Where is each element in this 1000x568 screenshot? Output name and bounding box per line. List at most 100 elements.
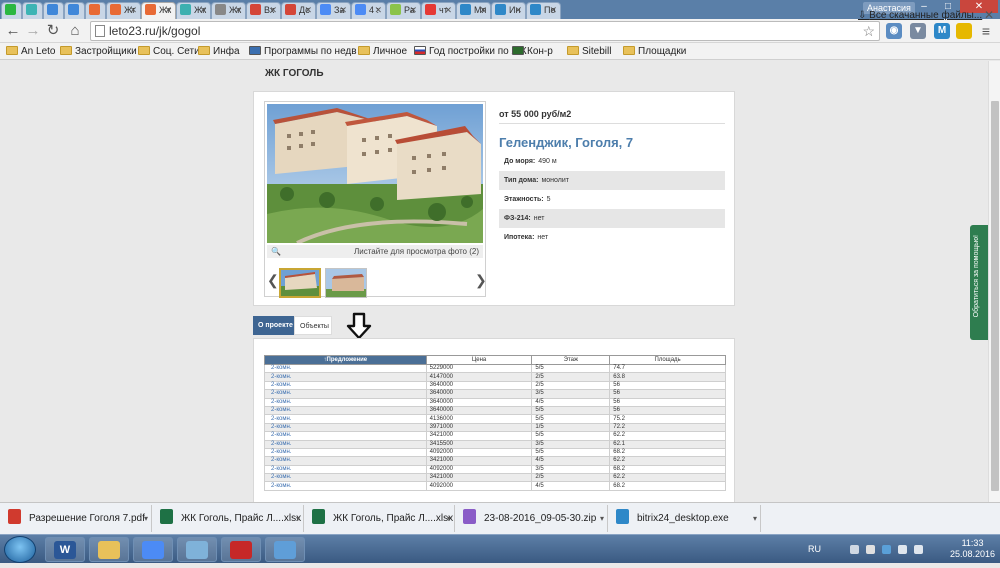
url-input[interactable] (109, 23, 849, 39)
notes-icon[interactable] (177, 537, 217, 562)
offer-link[interactable]: 2-комн. (264, 405, 427, 416)
bookmark-item[interactable]: Площадки (623, 45, 686, 58)
tab-close-icon[interactable]: ✕ (199, 3, 207, 18)
tab-close-icon[interactable]: ✕ (409, 3, 417, 18)
bookmark-item[interactable]: An Leto (6, 45, 55, 58)
browser-tab[interactable]: чт ✕ (421, 2, 456, 19)
browser-tab[interactable]: Жк ✕ (211, 2, 246, 19)
tray-volume-icon[interactable] (914, 545, 923, 554)
browser-tab[interactable] (1, 2, 22, 19)
bookmark-item[interactable]: Кон-р (512, 45, 553, 58)
acrobat-icon[interactable] (221, 537, 261, 562)
download-item[interactable]: ЖК Гоголь, Прайс Л....xlsx ▾ (152, 505, 304, 532)
offer-link[interactable]: 2-комн. (264, 372, 427, 382)
bookmark-item[interactable]: Год постройки по ЖК (414, 45, 527, 58)
offer-link[interactable]: 2-комн. (264, 464, 427, 475)
tab-close-icon[interactable]: ✕ (339, 3, 347, 18)
home-button[interactable]: ⌂ (66, 22, 84, 40)
scrollbar-thumb[interactable] (991, 101, 999, 491)
start-button[interactable] (4, 536, 36, 563)
browser-tab[interactable]: Мя ✕ (456, 2, 491, 19)
bookmark-item[interactable]: Sitebill (567, 45, 611, 58)
tab-close-icon[interactable]: ✕ (549, 3, 557, 18)
column-price[interactable]: Цена (425, 355, 533, 365)
bookmark-item[interactable]: Инфа (198, 45, 240, 58)
prev-photo-chevron-icon[interactable]: ❮ (267, 272, 279, 289)
photo-thumbnail[interactable] (325, 268, 367, 298)
chrome-icon[interactable] (133, 537, 173, 562)
offer-link[interactable]: 2-комн. (264, 422, 427, 433)
download-item[interactable]: 23-08-2016_09-05-30.zip ▾ (455, 505, 608, 532)
browser-tab[interactable]: За ✕ (316, 2, 351, 19)
tab-close-icon[interactable]: ✕ (479, 3, 487, 18)
forward-button[interactable]: → (24, 22, 42, 40)
paint-icon[interactable] (265, 537, 305, 562)
browser-tab[interactable] (22, 2, 43, 19)
offer-link[interactable]: 2-комн. (264, 473, 427, 483)
browser-tab[interactable] (64, 2, 85, 19)
zoom-icon[interactable]: 🔍 (271, 245, 281, 258)
offer-link[interactable]: 2-комн. (264, 481, 427, 491)
tab-close-icon[interactable]: ✕ (129, 3, 137, 18)
column-floor[interactable]: Этаж (531, 355, 611, 365)
chevron-down-icon[interactable]: ▾ (447, 505, 451, 532)
tab-close-icon[interactable]: ✕ (304, 3, 312, 18)
bookmark-item[interactable]: Застройщики (60, 45, 137, 58)
clock[interactable]: 11:33 25.08.2016 (950, 538, 995, 560)
offer-link[interactable]: 2-комн. (264, 397, 427, 407)
browser-tab[interactable]: Ин ✕ (491, 2, 526, 19)
offer-link[interactable]: 2-комн. (264, 363, 427, 374)
offer-link[interactable]: 2-комн. (264, 380, 427, 391)
close-icon[interactable]: ✕ (984, 2, 994, 29)
language-indicator[interactable]: RU (808, 544, 821, 554)
tray-flag-icon[interactable] (882, 545, 891, 554)
chevron-down-icon[interactable]: ▾ (144, 505, 148, 532)
tab-close-icon[interactable]: ✕ (514, 3, 522, 18)
offer-link[interactable]: 2-комн. (264, 431, 427, 441)
reload-button[interactable]: ↻ (44, 22, 62, 40)
all-downloads-link[interactable]: ⇩ Все скачанные файлы... (858, 2, 982, 29)
tray-network-icon[interactable] (898, 545, 907, 554)
browser-tab[interactable]: 4 : ✕ (351, 2, 386, 19)
tab-about-project[interactable]: О проекте (253, 316, 294, 335)
offer-link[interactable]: 2-комн. (264, 447, 427, 458)
browser-tab[interactable] (85, 2, 106, 19)
download-item[interactable]: bitrix24_desktop.exe ▾ (608, 505, 761, 532)
browser-tab[interactable]: Ра ✕ (386, 2, 421, 19)
tab-objects[interactable]: Объекты (294, 316, 332, 335)
next-photo-chevron-icon[interactable]: ❯ (475, 272, 487, 289)
help-widget[interactable]: Обратиться за помощью! (970, 225, 988, 340)
browser-tab[interactable]: Вх ✕ (246, 2, 281, 19)
bookmark-item[interactable]: Соц. Сети (138, 45, 200, 58)
photo-thumbnail[interactable] (279, 268, 321, 298)
download-item[interactable]: ЖК Гоголь, Прайс Л....xlsx ▾ (304, 505, 455, 532)
tab-close-icon[interactable]: ✕ (269, 3, 277, 18)
bookmark-item[interactable]: Личное (358, 45, 407, 58)
tray-app-icon[interactable] (866, 545, 875, 554)
browser-tab[interactable]: Дс ✕ (281, 2, 316, 19)
explorer-icon[interactable] (89, 537, 129, 562)
back-button[interactable]: ← (4, 22, 22, 40)
chevron-down-icon[interactable]: ▾ (296, 505, 300, 532)
chevron-down-icon[interactable]: ▾ (600, 505, 604, 532)
column-area[interactable]: Площадь (609, 355, 726, 365)
offer-link[interactable]: 2-комн. (264, 439, 427, 449)
word-icon[interactable]: W (45, 537, 85, 562)
browser-tab[interactable]: Жк ✕ (176, 2, 211, 19)
offer-link[interactable]: 2-комн. (264, 414, 427, 424)
browser-tab[interactable] (43, 2, 64, 19)
browser-tab[interactable]: Жк ✕ (141, 2, 176, 19)
bookmark-item[interactable]: Программы по недв (249, 45, 357, 58)
chevron-down-icon[interactable]: ▾ (753, 505, 757, 532)
offer-link[interactable]: 2-комн. (264, 389, 427, 399)
offer-link[interactable]: 2-комн. (264, 456, 427, 466)
download-item[interactable]: Разрешение Гоголя 7.pdf ▾ (0, 505, 152, 532)
column-offer[interactable]: ↑Предложение (264, 355, 427, 365)
tab-close-icon[interactable]: ✕ (374, 3, 382, 18)
tab-close-icon[interactable]: ✕ (164, 3, 172, 18)
address-bar[interactable]: ☆ (90, 21, 880, 41)
main-photo[interactable] (267, 104, 483, 243)
tray-arrow-icon[interactable] (850, 545, 859, 554)
browser-tab[interactable]: Жг ✕ (106, 2, 141, 19)
browser-tab[interactable]: По ✕ (526, 2, 561, 19)
